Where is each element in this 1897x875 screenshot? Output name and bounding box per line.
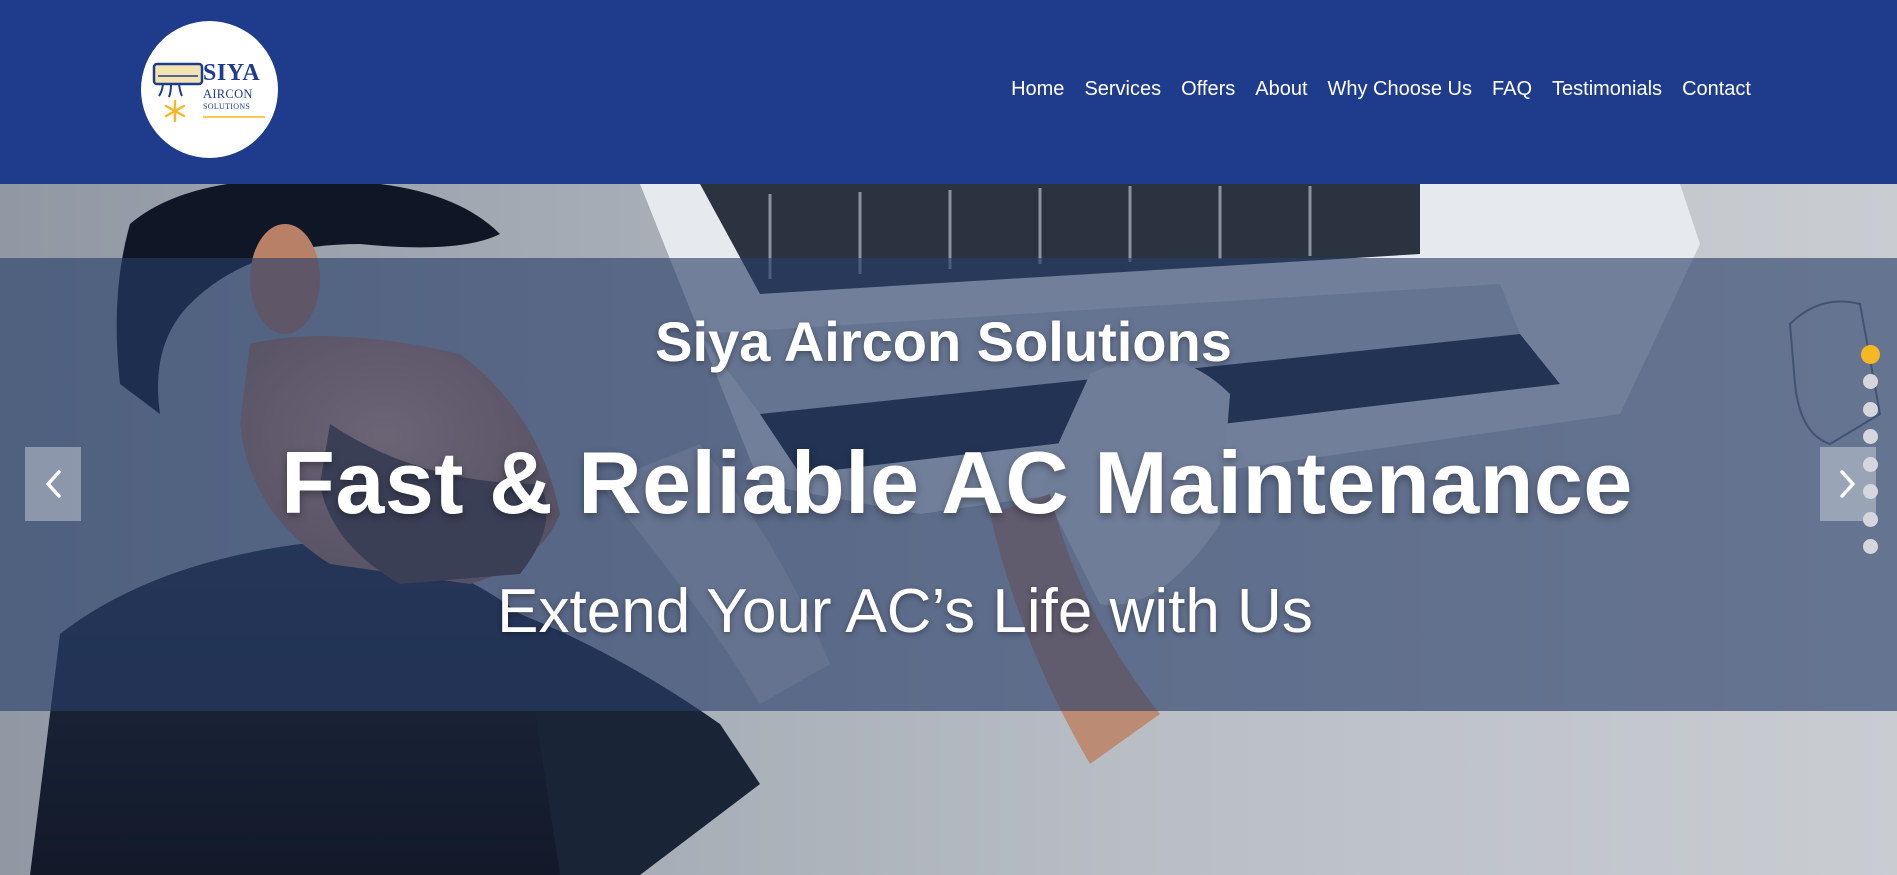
- nav-why-choose-us[interactable]: Why Choose Us: [1328, 78, 1473, 101]
- nav-about[interactable]: About: [1255, 78, 1307, 101]
- carousel-dot[interactable]: [1860, 345, 1880, 364]
- hero-title: Fast & Reliable AC Maintenance: [281, 433, 1633, 532]
- hero-subtitle: Extend Your AC’s Life with Us: [497, 577, 1313, 646]
- carousel-indicators: [1860, 345, 1880, 567]
- carousel-dot[interactable]: [1862, 429, 1878, 444]
- carousel-dot[interactable]: [1862, 511, 1878, 527]
- site-header: SIYA AIRCON SOLUTIONS Home Services Offe…: [0, 0, 1897, 184]
- logo-tagline: SOLUTIONS: [203, 101, 251, 111]
- nav-home[interactable]: Home: [1011, 78, 1064, 101]
- carousel-prev-button[interactable]: [25, 447, 81, 521]
- hero-brand: Siya Aircon Solutions: [655, 310, 1232, 373]
- carousel-dot[interactable]: [1862, 374, 1878, 389]
- nav-services[interactable]: Services: [1084, 78, 1161, 101]
- logo-text: SIYA AIRCON SOLUTIONS: [203, 61, 260, 111]
- carousel-dot[interactable]: [1862, 456, 1878, 472]
- hero-carousel: Siya Aircon Solutions Fast & Reliable AC…: [0, 184, 1897, 875]
- nav-offers[interactable]: Offers: [1181, 78, 1235, 101]
- main-nav: Home Services Offers About Why Choose Us…: [1011, 78, 1751, 101]
- nav-faq[interactable]: FAQ: [1492, 78, 1532, 101]
- chevron-left-icon: [46, 470, 61, 498]
- logo[interactable]: SIYA AIRCON SOLUTIONS: [141, 21, 278, 158]
- logo-subtitle: AIRCON: [203, 87, 253, 101]
- carousel-dot[interactable]: [1862, 539, 1878, 554]
- carousel-dot[interactable]: [1862, 484, 1878, 499]
- logo-brand: SIYA: [203, 60, 261, 86]
- chevron-right-icon: [1840, 470, 1855, 498]
- nav-contact[interactable]: Contact: [1682, 78, 1751, 101]
- nav-testimonials[interactable]: Testimonials: [1552, 78, 1662, 101]
- carousel-dot[interactable]: [1862, 401, 1878, 417]
